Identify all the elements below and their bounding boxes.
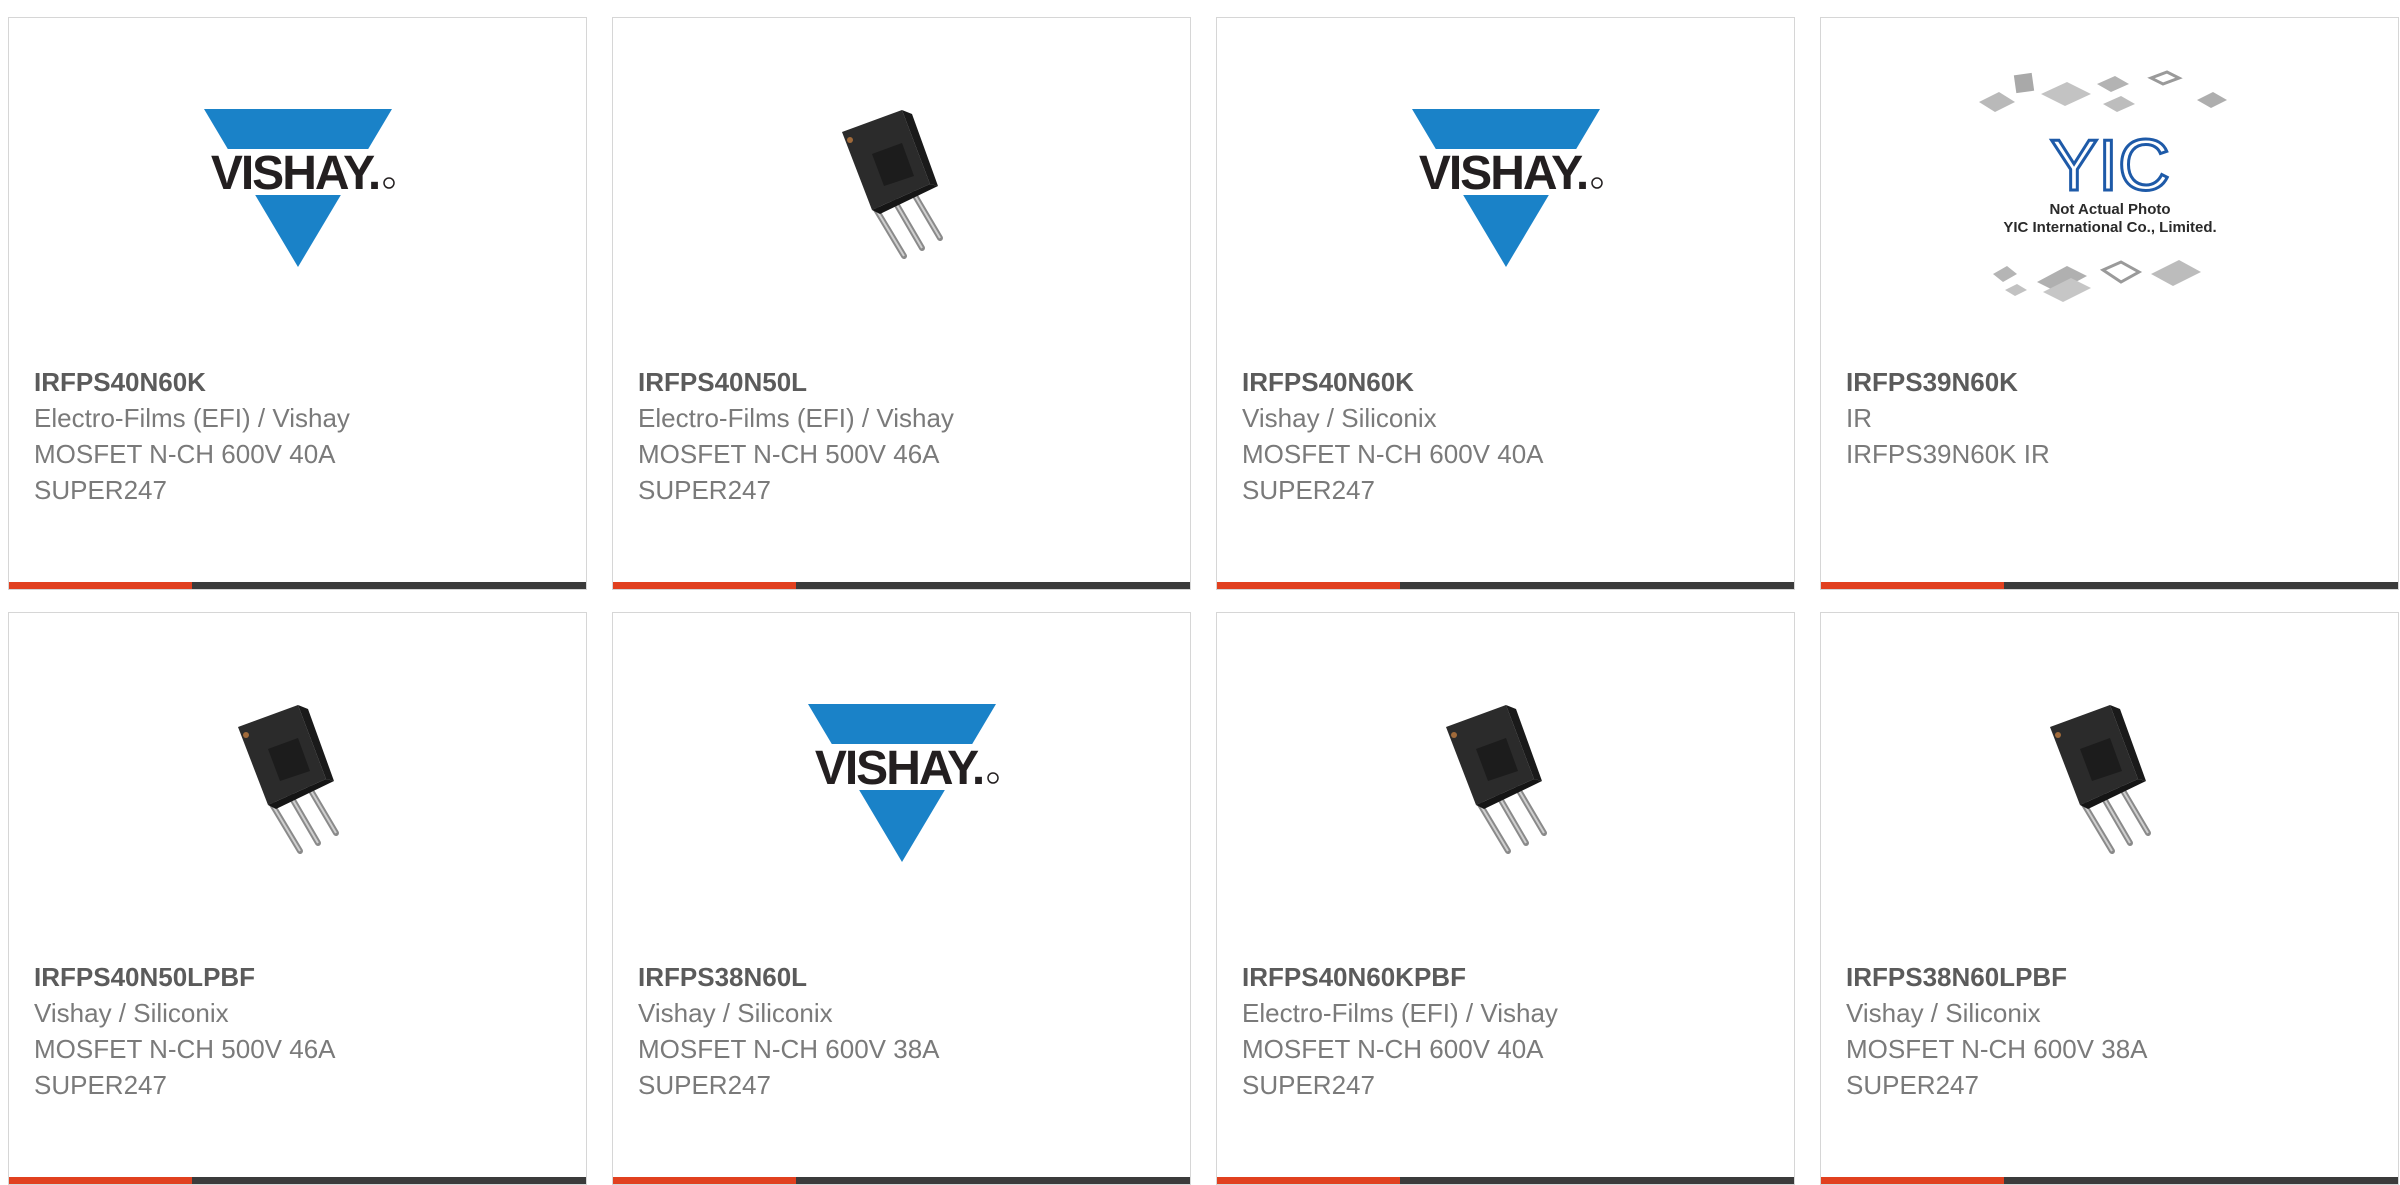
manufacturer: Vishay / Siliconix — [1242, 403, 1437, 433]
card-accent-bar — [9, 582, 192, 589]
description: MOSFET N-CH 600V 38A — [638, 1034, 940, 1064]
product-image[interactable] — [613, 78, 1190, 298]
part-number[interactable]: IRFPS40N60KPBF — [1242, 959, 1774, 995]
card-bottom-bar — [613, 1177, 1190, 1184]
description: MOSFET N-CH 500V 46A — [34, 1034, 336, 1064]
product-details: IRFPS39N60K IR IRFPS39N60K IR — [1846, 364, 2378, 472]
card-bottom-bar — [9, 582, 586, 589]
product-card[interactable]: IRFPS38N60LPBF Vishay / Siliconix MOSFET N… — [1820, 612, 2399, 1185]
product-image[interactable]: VISHAY. — [1217, 78, 1794, 298]
product-image[interactable] — [1821, 673, 2398, 893]
manufacturer: Vishay / Siliconix — [638, 998, 833, 1028]
card-accent-bar — [9, 1177, 192, 1184]
svg-text:YIC: YIC — [2049, 126, 2169, 206]
product-details: IRFPS40N60KPBF Electro-Films (EFI) / Vish… — [1242, 959, 1774, 1103]
card-bottom-bar — [9, 1177, 586, 1184]
card-accent-bar — [1217, 582, 1400, 589]
card-bottom-bar — [1821, 582, 2398, 589]
product-card[interactable]: IRFPS40N60KPBF Electro-Films (EFI) / Vish… — [1216, 612, 1795, 1185]
description: MOSFET N-CH 500V 46A — [638, 439, 940, 469]
svg-text:YIC International Co., Limited: YIC International Co., Limited. — [2003, 219, 2216, 236]
product-details: IRFPS40N50LPBF Vishay / Siliconix MOSFET N… — [34, 959, 566, 1103]
product-card[interactable]: IRFPS40N50L Electro-Films (EFI) / Vishay M… — [612, 17, 1191, 590]
manufacturer: Electro-Films (EFI) / Vishay — [638, 403, 954, 433]
product-card[interactable]: YIC Not Actual Photo YIC International C… — [1820, 17, 2399, 590]
product-image[interactable]: VISHAY. — [9, 78, 586, 298]
product-details: IRFPS40N50L Electro-Films (EFI) / Vishay M… — [638, 364, 1170, 508]
vishay-logo-icon: VISHAY. — [801, 704, 1002, 862]
vishay-logo-icon: VISHAY. — [197, 109, 398, 267]
mosfet-transistor-icon — [2049, 705, 2151, 854]
product-image[interactable]: VISHAY. — [613, 673, 1190, 893]
manufacturer: Electro-Films (EFI) / Vishay — [1242, 998, 1558, 1028]
description: MOSFET N-CH 600V 40A — [1242, 1034, 1544, 1064]
mosfet-transistor-icon — [1445, 705, 1547, 854]
product-details: IRFPS40N60K Electro-Films (EFI) / Vishay M… — [34, 364, 566, 508]
part-number[interactable]: IRFPS40N60K — [34, 364, 566, 400]
package: SUPER247 — [34, 1070, 167, 1100]
manufacturer: IR — [1846, 403, 1872, 433]
package: SUPER247 — [34, 475, 167, 505]
product-details: IRFPS40N60K Vishay / Siliconix MOSFET N-CH… — [1242, 364, 1774, 508]
product-card[interactable]: IRFPS40N50LPBF Vishay / Siliconix MOSFET N… — [8, 612, 587, 1185]
card-accent-bar — [613, 1177, 796, 1184]
part-number[interactable]: IRFPS40N60K — [1242, 364, 1774, 400]
part-number[interactable]: IRFPS38N60LPBF — [1846, 959, 2378, 995]
product-details: IRFPS38N60LPBF Vishay / Siliconix MOSFET N… — [1846, 959, 2378, 1103]
yic-not-actual-photo-icon: YIC Not Actual Photo YIC International C… — [1978, 70, 2227, 302]
svg-text:VISHAY.: VISHAY. — [814, 742, 982, 795]
svg-text:VISHAY.: VISHAY. — [210, 147, 378, 200]
svg-text:Not Actual Photo: Not Actual Photo — [2049, 201, 2170, 218]
product-image[interactable] — [1217, 673, 1794, 893]
mosfet-transistor-icon — [237, 705, 339, 854]
card-bottom-bar — [1821, 1177, 2398, 1184]
product-image[interactable] — [9, 673, 586, 893]
package: SUPER247 — [638, 1070, 771, 1100]
part-number[interactable]: IRFPS40N50LPBF — [34, 959, 566, 995]
card-bottom-bar — [613, 582, 1190, 589]
description: IRFPS39N60K IR — [1846, 439, 2050, 469]
part-number[interactable]: IRFPS39N60K — [1846, 364, 2378, 400]
vishay-logo-icon: VISHAY. — [1405, 109, 1606, 267]
package: SUPER247 — [1242, 475, 1375, 505]
card-accent-bar — [1821, 582, 2004, 589]
package: SUPER247 — [1846, 1070, 1979, 1100]
card-accent-bar — [1217, 1177, 1400, 1184]
product-details: IRFPS38N60L Vishay / Siliconix MOSFET N-CH… — [638, 959, 1170, 1103]
svg-text:VISHAY.: VISHAY. — [1418, 147, 1586, 200]
product-image[interactable]: YIC Not Actual Photo YIC International C… — [1821, 70, 2398, 302]
product-card[interactable]: VISHAY. IRFPS40N60K Vishay / Siliconix MOS… — [1216, 17, 1795, 590]
product-card[interactable]: VISHAY. IRFPS38N60L Vishay / Siliconix MOS… — [612, 612, 1191, 1185]
description: MOSFET N-CH 600V 38A — [1846, 1034, 2148, 1064]
product-grid: VISHAY. IRFPS40N60K Electro-Films (EFI) /… — [8, 17, 2399, 1185]
package: SUPER247 — [1242, 1070, 1375, 1100]
manufacturer: Electro-Films (EFI) / Vishay — [34, 403, 350, 433]
description: MOSFET N-CH 600V 40A — [1242, 439, 1544, 469]
card-bottom-bar — [1217, 1177, 1794, 1184]
part-number[interactable]: IRFPS38N60L — [638, 959, 1170, 995]
mosfet-transistor-icon — [841, 110, 943, 259]
part-number[interactable]: IRFPS40N50L — [638, 364, 1170, 400]
card-accent-bar — [613, 582, 796, 589]
manufacturer: Vishay / Siliconix — [1846, 998, 2041, 1028]
manufacturer: Vishay / Siliconix — [34, 998, 229, 1028]
product-card[interactable]: VISHAY. IRFPS40N60K Electro-Films (EFI) /… — [8, 17, 587, 590]
package: SUPER247 — [638, 475, 771, 505]
card-accent-bar — [1821, 1177, 2004, 1184]
card-bottom-bar — [1217, 582, 1794, 589]
description: MOSFET N-CH 600V 40A — [34, 439, 336, 469]
